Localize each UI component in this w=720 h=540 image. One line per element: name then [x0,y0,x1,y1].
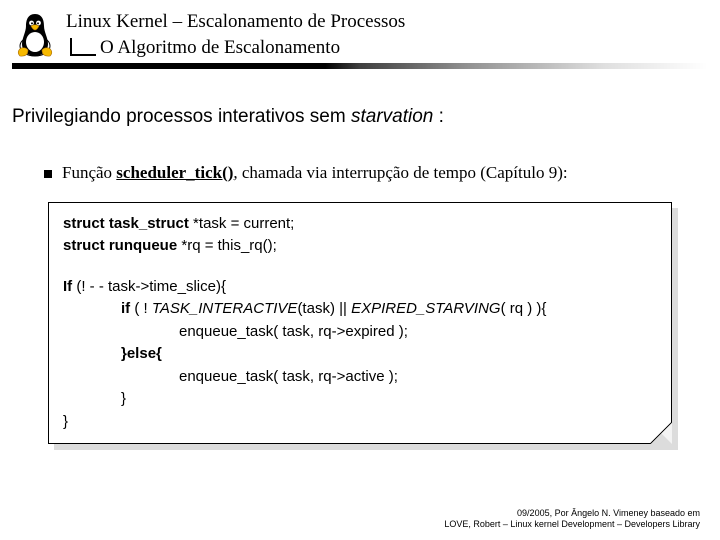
footer-line2: LOVE, Robert – Linux kernel Development … [444,519,700,530]
section-heading-italic: starvation [351,106,433,127]
code-l4-mid2: (task) || [297,300,351,317]
section-heading: Privilegiando processos interativos sem … [12,106,700,128]
header-underline [12,63,708,69]
code-l1-bold: struct task_struct [63,215,189,232]
code-l7: enqueue_task( task, rq->active ); [63,366,657,389]
bullet-prefix: Função [62,163,116,182]
page-title: Linux Kernel – Escalonamento de Processo… [66,10,405,34]
code-l4-it2: EXPIRED_STARVING [351,300,501,317]
tree-connector-icon [70,38,96,56]
footer: 09/2005, Por Ângelo N. Vimeney baseado e… [444,508,700,531]
bullet-fn: scheduler_tick() [116,163,233,182]
code-l5: enqueue_task( task, rq->expired ); [63,321,657,344]
code-l3-bold: If [63,278,72,295]
tux-icon [12,10,58,58]
page-subtitle: O Algoritmo de Escalonamento [100,36,340,62]
code-l1-rest: *task = current; [189,215,294,232]
code-l2-bold: struct runqueue [63,237,177,254]
code-l3-rest: (! - - task->time_slice){ [72,278,226,295]
footer-line1: 09/2005, Por Ângelo N. Vimeney baseado e… [444,508,700,519]
code-l8: } [63,388,657,411]
section-heading-plain: Privilegiando processos interativos sem [12,106,351,127]
bullet-item: Função scheduler_tick(), chamada via int… [44,162,700,184]
bullet-rest: , chamada via interrupção de tempo (Capí… [233,163,567,182]
code-l4-rest: ( rq ) ){ [501,300,547,317]
code-l9: } [63,411,657,434]
section-heading-tail: : [433,106,444,127]
dog-ear-icon [650,422,672,444]
code-l2-rest: *rq = this_rq(); [177,237,277,254]
code-l4-bold: if [121,300,130,317]
code-l4-it1: TASK_INTERACTIVE [152,300,298,317]
code-l4-mid: ( ! [130,300,152,317]
code-box: struct task_struct *task = current; stru… [48,202,672,445]
bullet-icon [44,170,52,178]
code-l6: }else{ [121,345,162,362]
